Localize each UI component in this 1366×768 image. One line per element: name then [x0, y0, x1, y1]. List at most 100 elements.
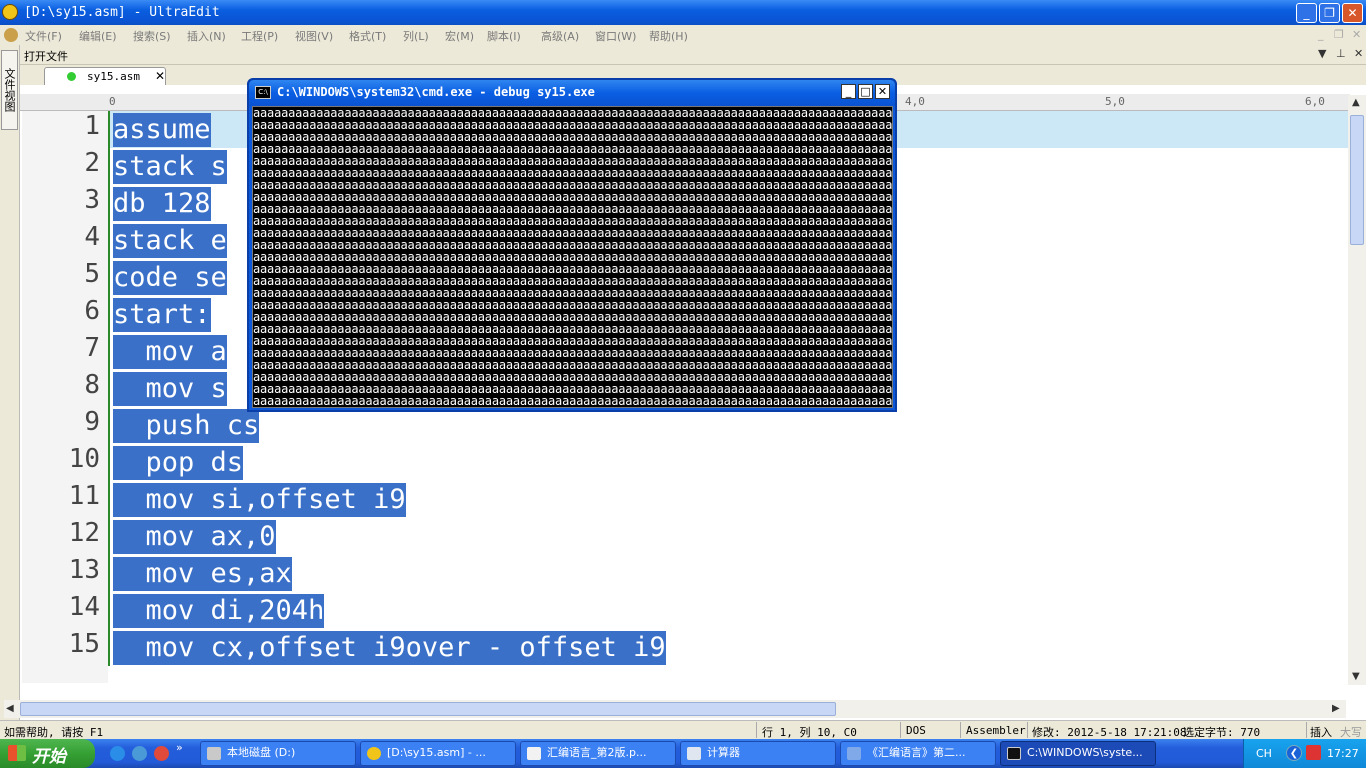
menu-script[interactable]: 脚本(I) — [487, 28, 521, 44]
menu-advanced[interactable]: 高级(A) — [541, 28, 579, 44]
close-button[interactable]: ✕ — [1342, 3, 1363, 23]
menu-insert[interactable]: 插入(N) — [187, 28, 226, 44]
taskbar-item-label: [D:\sy15.asm] - ... — [387, 746, 486, 759]
code-line[interactable]: assume — [113, 113, 211, 147]
taskbar-item-cmd[interactable]: C:\WINDOWS\syste... — [1000, 741, 1156, 766]
line-number: 13 — [68, 555, 100, 585]
doc-restore-button[interactable]: ❐ — [1334, 28, 1344, 41]
cmd-minimize-button[interactable]: _ — [841, 84, 856, 99]
menu-window[interactable]: 窗口(W) — [595, 28, 636, 44]
cmd-close-button[interactable]: ✕ — [875, 84, 890, 99]
code-line[interactable]: mov cx,offset i9over - offset i9 — [113, 631, 666, 665]
code-line[interactable]: stack e — [113, 224, 227, 258]
code-line[interactable]: mov a — [113, 335, 227, 369]
document-icon[interactable] — [4, 28, 18, 42]
doc-close-button[interactable]: ✕ — [1352, 28, 1361, 41]
console-output[interactable]: aaaaaaaaaaaaaaaaaaaaaaaaaaaaaaaaaaaaaaaa… — [252, 106, 893, 408]
taskbar-item-pdf[interactable]: 汇编语言_第2版.p... — [520, 741, 676, 766]
scroll-left-icon[interactable]: ◀ — [6, 703, 14, 714]
menu-edit[interactable]: 编辑(E) — [79, 28, 117, 44]
scroll-right-icon[interactable]: ▶ — [1332, 703, 1340, 714]
minimize-button[interactable]: _ — [1296, 3, 1317, 23]
document-icon — [527, 747, 541, 760]
scroll-up-icon[interactable]: ▲ — [1352, 97, 1360, 108]
open-files-title: 打开文件 — [24, 50, 68, 63]
taskbar-item-label: 《汇编语言》第二... — [867, 746, 966, 759]
panel-close-icon[interactable]: ✕ — [1354, 47, 1363, 60]
language-indicator[interactable]: CH — [1256, 747, 1272, 760]
menu-help[interactable]: 帮助(H) — [649, 28, 688, 44]
cmd-title-bar[interactable]: C:\ C:\WINDOWS\system32\cmd.exe - debug … — [249, 80, 895, 106]
line-number: 1 — [84, 111, 100, 141]
internet-explorer-icon[interactable] — [110, 746, 125, 761]
clock[interactable]: 17:27 — [1327, 747, 1359, 760]
vertical-scrollbar[interactable]: ▲ ▼ — [1348, 95, 1366, 685]
quicklaunch-more-icon[interactable]: » — [176, 741, 183, 754]
console-line: aaaaaaaaaaaaaaaaaaaaaaaaaaaaaaaaaaaaaaaa… — [253, 275, 892, 287]
code-line[interactable]: pop ds — [113, 446, 244, 480]
horizontal-scrollbar[interactable]: ◀ ▶ — [4, 700, 1346, 718]
code-line[interactable]: mov s — [113, 372, 227, 406]
scroll-down-icon[interactable]: ▼ — [1352, 671, 1360, 682]
file-status-icon — [67, 72, 76, 81]
vertical-scroll-thumb[interactable] — [1350, 115, 1364, 245]
taskbar-item-word-doc[interactable]: 《汇编语言》第二... — [840, 741, 996, 766]
console-line: aaaaaaaaaaaaaaaaaaaaaaaaaaaaaaaaaaaaaaaa… — [253, 227, 892, 239]
code-line[interactable]: mov ax,0 — [113, 520, 276, 554]
tab-sy15[interactable]: sy15.asm ✕ — [44, 67, 166, 85]
code-line[interactable]: mov si,offset i9 — [113, 483, 406, 517]
ultraedit-app-icon[interactable] — [2, 4, 18, 20]
console-icon[interactable]: C:\ — [255, 86, 271, 99]
horizontal-scroll-thumb[interactable] — [20, 702, 836, 716]
console-line: aaaaaaaaaaaaaaaaaaaaaaaaaaaaaaaaaaaaaaaa… — [253, 107, 892, 119]
taskbar-item-local-disk[interactable]: 本地磁盘 (D:) — [200, 741, 356, 766]
restore-button[interactable]: ❐ — [1319, 3, 1340, 23]
taskbar-item-label: 计算器 — [707, 746, 740, 759]
menu-format[interactable]: 格式(T) — [349, 28, 386, 44]
console-line: aaaaaaaaaaaaaaaaaaaaaaaaaaaaaaaaaaaaaaaa… — [253, 179, 892, 191]
word-document-icon — [847, 747, 861, 760]
tray-expand-icon[interactable]: ❮ — [1286, 745, 1302, 761]
panel-pin-icon[interactable]: ⊥ — [1336, 47, 1346, 60]
cmd-maximize-button[interactable]: □ — [858, 84, 873, 99]
panel-dropdown-icon[interactable]: ▼ — [1318, 47, 1326, 60]
media-icon[interactable] — [154, 746, 169, 761]
menu-bar: 文件(F) 编辑(E) 搜索(S) 插入(N) 工程(P) 视图(V) 格式(T… — [0, 25, 1366, 45]
line-number: 6 — [84, 296, 100, 326]
file-view-tab[interactable]: 文件视图 — [1, 50, 18, 130]
drive-icon — [207, 747, 221, 760]
taskbar-item-calculator[interactable]: 计算器 — [680, 741, 836, 766]
tray-app-icon[interactable] — [1306, 745, 1321, 760]
status-help: 如需帮助, 请按 F1 — [4, 726, 104, 739]
menu-file[interactable]: 文件(F) — [25, 28, 62, 44]
start-button[interactable]: 开始 — [0, 739, 95, 768]
console-line: aaaaaaaaaaaaaaaaaaaaaaaaaaaaaaaaaaaaaaaa… — [253, 371, 892, 383]
browser-icon[interactable] — [132, 746, 147, 761]
code-line[interactable]: code se — [113, 261, 227, 295]
code-line[interactable]: mov di,204h — [113, 594, 325, 628]
code-line[interactable]: stack s — [113, 150, 227, 184]
menu-project[interactable]: 工程(P) — [241, 28, 278, 44]
line-number: 5 — [84, 259, 100, 289]
status-divider — [1027, 722, 1028, 738]
console-line: aaaaaaaaaaaaaaaaaaaaaaaaaaaaaaaaaaaaaaaa… — [253, 251, 892, 263]
line-number: 14 — [68, 592, 100, 622]
console-line: aaaaaaaaaaaaaaaaaaaaaaaaaaaaaaaaaaaaaaaa… — [253, 347, 892, 359]
cmd-window[interactable]: C:\ C:\WINDOWS\system32\cmd.exe - debug … — [247, 78, 897, 412]
menu-macro[interactable]: 宏(M) — [445, 28, 474, 44]
tab-close-icon[interactable]: ✕ — [155, 69, 165, 83]
taskbar-item-ultraedit[interactable]: [D:\sy15.asm] - ... — [360, 741, 516, 766]
windows-logo-icon — [8, 745, 26, 761]
code-line[interactable]: mov es,ax — [113, 557, 292, 591]
menu-column[interactable]: 列(L) — [403, 28, 429, 44]
menu-search[interactable]: 搜索(S) — [133, 28, 171, 44]
code-line[interactable]: push cs — [113, 409, 260, 443]
console-line: aaaaaaaaaaaaaaaaaaaaaaaaaaaaaaaaaaaaaaaa… — [253, 167, 892, 179]
doc-minimize-button[interactable]: _ — [1318, 28, 1324, 41]
console-line: aaaaaaaaaaaaaaaaaaaaaaaaaaaaaaaaaaaaaaaa… — [253, 323, 892, 335]
menu-view[interactable]: 视图(V) — [295, 28, 333, 44]
title-bar: [D:\sy15.asm] - UltraEdit _ ❐ ✕ — [0, 0, 1366, 25]
code-line[interactable]: db 128 — [113, 187, 211, 221]
status-divider — [1306, 722, 1307, 738]
code-line[interactable]: start: — [113, 298, 211, 332]
